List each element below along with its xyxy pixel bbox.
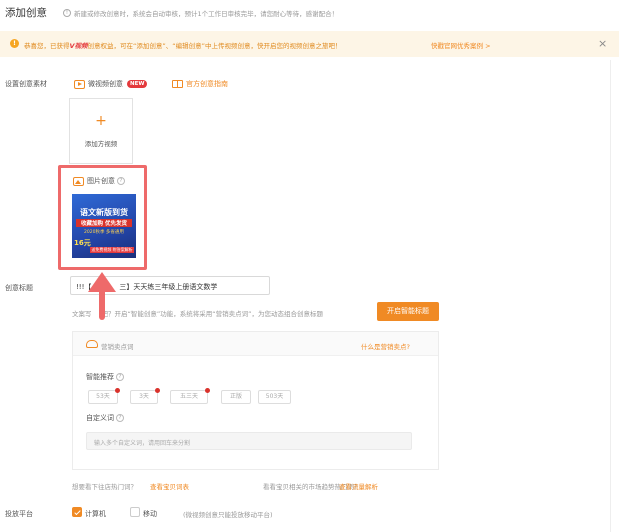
- page-subtitle: ! 新建或修改创意时，系统会自动审核，预计1个工作日审核完毕，请您耐心等待，感谢…: [63, 8, 338, 18]
- chip-wusan-days[interactable]: 五三天: [170, 388, 210, 404]
- add-video-button[interactable]: + 添加方视频: [69, 98, 133, 164]
- custom-words-label: 自定义词 ?: [86, 413, 124, 423]
- red-dot: [155, 388, 160, 393]
- smart-recommend-label: 智能推荐 ?: [86, 372, 124, 382]
- play-icon: [74, 79, 85, 89]
- chip-genuine[interactable]: 正版: [221, 390, 251, 404]
- warning-icon: !: [10, 39, 19, 48]
- computer-label: 计算机: [85, 510, 106, 518]
- tab-video-creative[interactable]: 微视频创意 NEW: [74, 79, 148, 89]
- chip-503-days[interactable]: 503天: [258, 390, 291, 404]
- view-item-words-link[interactable]: 查看宝贝词表: [150, 481, 189, 491]
- red-dot: [205, 388, 210, 393]
- platform-note: (微视频创意只能投放移动平台): [183, 511, 273, 519]
- chip-label: 503天: [265, 393, 284, 400]
- new-badge: NEW: [127, 80, 148, 88]
- close-icon[interactable]: ×: [598, 37, 607, 50]
- v-video-badge: V视频: [69, 42, 88, 50]
- view-traffic-analysis-link[interactable]: 查看流量解析: [339, 481, 378, 491]
- chip-3-days[interactable]: 3天: [130, 388, 160, 404]
- add-video-label: 添加方视频: [84, 140, 118, 148]
- guide-link[interactable]: 官方创意指南: [172, 79, 228, 89]
- recommend-text: 智能推荐: [86, 373, 114, 381]
- page-subtitle-text: 新建或修改创意时，系统会自动审核，预计1个工作日审核完毕，请您耐心等待，感谢配合…: [74, 10, 339, 18]
- material-label: 设置创意素材: [5, 80, 47, 88]
- info-icon: !: [63, 9, 71, 17]
- chip-label: 3天: [139, 393, 149, 400]
- guide-label: 官方创意指南: [186, 80, 228, 88]
- custom-words-input[interactable]: 输入多个自定义词，请用回车来分割: [86, 432, 412, 450]
- selling-points-label: 营销卖点词: [101, 343, 134, 351]
- chip-53-days[interactable]: 53天: [88, 388, 120, 404]
- page-title: 添加创意: [5, 7, 47, 19]
- help-icon[interactable]: ?: [116, 414, 124, 422]
- what-is-selling-point-link[interactable]: 什么是营销卖点?: [361, 341, 410, 351]
- mobile-checkbox[interactable]: [130, 507, 140, 517]
- custom-words-placeholder: 输入多个自定义词，请用回车来分割: [94, 440, 191, 447]
- mobile-label: 移动: [143, 510, 157, 518]
- tip-rest: 吧？开启“智能创意”功能，系统将采用“营销卖点词”，为您动态组合创意标题: [101, 310, 323, 318]
- creative-title-label: 创意标题: [5, 284, 33, 292]
- book-icon: [172, 80, 183, 88]
- case-link[interactable]: 快戳官网优秀案例 >: [431, 40, 491, 50]
- red-dot: [115, 388, 120, 393]
- platform-label: 投放平台: [5, 510, 33, 518]
- tip-start: 文案写: [72, 310, 92, 318]
- custom-text: 自定义词: [86, 414, 114, 422]
- notice-prefix: 恭喜您，已获得: [24, 42, 70, 50]
- cloud-icon: [86, 340, 98, 348]
- computer-checkbox[interactable]: [72, 507, 82, 517]
- hot-words-question: 想要看下往店热门词？: [72, 483, 137, 491]
- chip-label: 五三天: [179, 393, 198, 400]
- plus-icon: +: [95, 113, 107, 129]
- chip-label: 53天: [96, 393, 110, 400]
- smart-title-button[interactable]: 开启智能标题: [377, 302, 439, 321]
- notice-banner: ! 恭喜您，已获得V视频创意权益，可在“添加创意”、“编辑创意”中上传视频创意，…: [0, 31, 619, 57]
- help-icon[interactable]: ?: [116, 373, 124, 381]
- arrow-shaft: [99, 288, 105, 320]
- smart-title-tip: 文案写 吧？开启“智能创意”功能，系统将采用“营销卖点词”，为您动态组合创意标题: [72, 308, 323, 318]
- highlight-box: [58, 165, 147, 270]
- notice-message: 恭喜您，已获得V视频创意权益，可在“添加创意”、“编辑创意”中上传视频创意，快开…: [24, 40, 342, 50]
- chip-label: 正版: [229, 393, 242, 400]
- notice-suffix: 创意权益，可在“添加创意”、“编辑创意”中上传视频创意，快开启您的视频创意之旅吧…: [87, 42, 342, 50]
- tab-video-label: 微视频创意: [88, 80, 123, 88]
- title-value-rest: 三】天天练三年级上册语文数学: [119, 283, 218, 291]
- arrow-up-icon: [88, 272, 116, 292]
- right-divider: [610, 60, 611, 532]
